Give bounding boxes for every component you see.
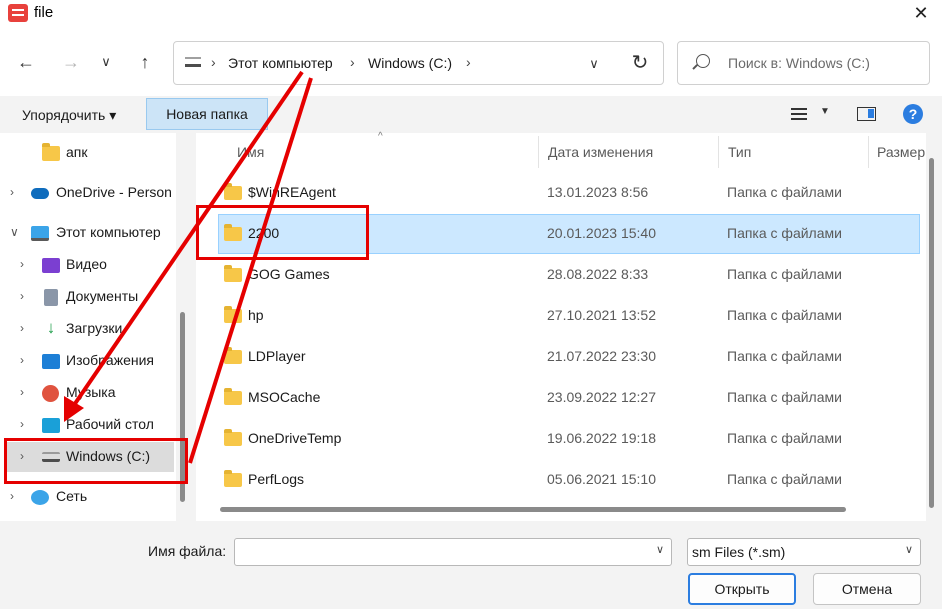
annotation-arrow-line [70,70,304,410]
annotation-arrows [64,70,313,464]
annotation-arrowhead [64,396,84,422]
annotation-arrow-line [188,77,313,464]
